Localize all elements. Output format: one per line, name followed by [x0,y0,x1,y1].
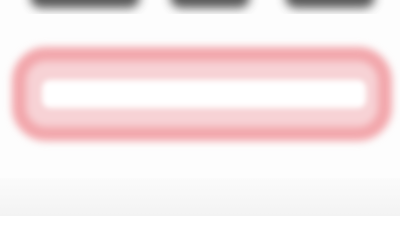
header-text-blob [285,0,375,8]
bottom-area [0,178,400,216]
header-text-blob [30,0,140,8]
header-text-blob [170,0,250,8]
text-input-field[interactable] [42,80,366,108]
header-content-blurred [0,0,400,14]
blurred-form-region [0,0,400,216]
